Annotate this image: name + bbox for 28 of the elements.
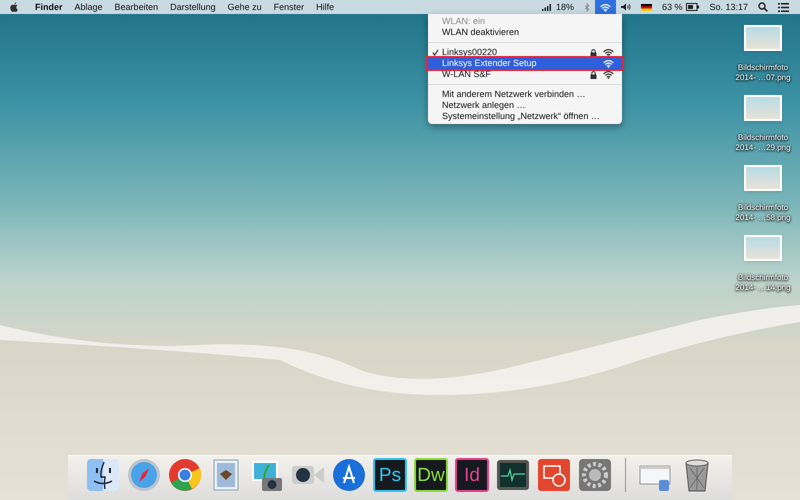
file-name[interactable]: Bildschirmfoto 2014- …07.png xyxy=(735,63,791,83)
status-text: 18% xyxy=(556,2,574,12)
wifi-status-text: WLAN: ein xyxy=(441,16,486,27)
status-menu-item[interactable]: 63 % xyxy=(656,0,704,14)
menu-item[interactable]: Fenster xyxy=(268,2,310,12)
status-menu-item[interactable]: 18% xyxy=(536,0,579,14)
dock-app-button[interactable]: Ps xyxy=(373,458,407,492)
network-name: Linksys00220 xyxy=(442,47,498,58)
menu-item[interactable]: Hilfe xyxy=(310,2,340,12)
menu-action-item[interactable]: Systemeinstellung „Netzwerk“ öffnen … xyxy=(428,111,622,122)
dock-app-button[interactable]: Id xyxy=(455,458,489,492)
network-item[interactable]: W-LAN S&F xyxy=(428,69,622,80)
wifi-toggle-item[interactable]: WLAN deaktivieren xyxy=(428,27,622,38)
menu-action-item[interactable]: Netzwerk anlegen … xyxy=(428,100,622,111)
status-menu-item[interactable]: So. 13:17 xyxy=(704,0,753,14)
network-name: W-LAN S&F xyxy=(442,69,491,80)
menu-item[interactable]: Gehe zu xyxy=(222,2,268,12)
dock-app-button[interactable]: Dw xyxy=(414,458,448,492)
network-name: Linksys Extender Setup xyxy=(442,58,537,69)
network-item[interactable]: Linksys Extender Setup xyxy=(428,58,622,69)
menu-item[interactable]: Darstellung xyxy=(164,2,222,12)
menu-item[interactable]: Bearbeiten xyxy=(108,2,164,12)
app-menu[interactable]: Finder xyxy=(29,2,69,12)
status-text: 63 % xyxy=(662,2,682,12)
menu-action-item[interactable]: Mit anderem Netzwerk verbinden … xyxy=(428,89,622,100)
network-item[interactable]: Linksys00220 xyxy=(428,47,622,58)
menu-item[interactable]: Ablage xyxy=(68,2,109,12)
status-text: So. 13:17 xyxy=(709,2,748,12)
